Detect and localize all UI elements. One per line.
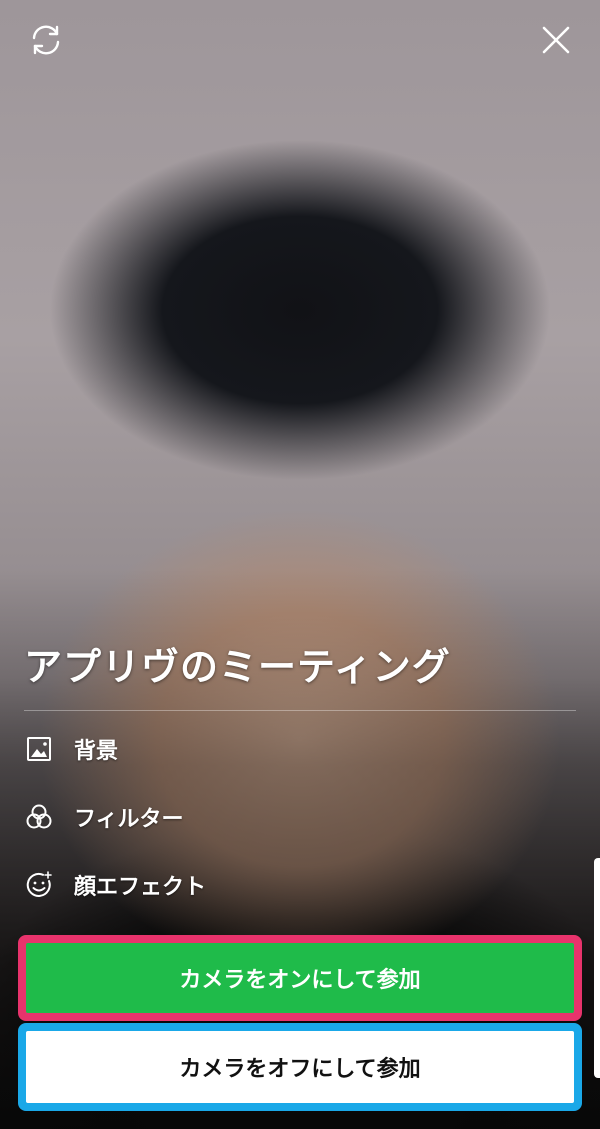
menu-item-label: フィルター <box>74 807 184 832</box>
close-icon[interactable] <box>534 18 578 62</box>
join-camera-off-label: カメラをオフにして参加 <box>26 1031 574 1103</box>
filter-icon <box>24 802 54 832</box>
join-camera-off-button[interactable]: カメラをオフにして参加 <box>18 1023 582 1111</box>
menu-item-label: 背景 <box>74 739 119 764</box>
menu-item-face-effect[interactable]: 顔エフェクト <box>24 869 206 901</box>
face-effect-icon <box>24 870 54 900</box>
join-camera-on-label: カメラをオンにして参加 <box>26 943 574 1013</box>
edge-scroll-handle[interactable] <box>594 858 600 1078</box>
menu-item-filter[interactable]: フィルター <box>24 801 184 833</box>
divider <box>24 710 576 711</box>
menu-item-background[interactable]: 背景 <box>24 733 118 765</box>
camera-flip-icon[interactable] <box>24 18 68 62</box>
background-image-icon <box>24 734 54 764</box>
menu-item-label: 顔エフェクト <box>74 875 207 900</box>
meeting-title: アプリヴのミーティング <box>24 645 451 689</box>
join-camera-on-button[interactable]: カメラをオンにして参加 <box>18 935 582 1021</box>
camera-preview: アプリヴのミーティング 背景 フィルター 顔エフェクト カメラをオンにして参加 … <box>0 0 600 1129</box>
